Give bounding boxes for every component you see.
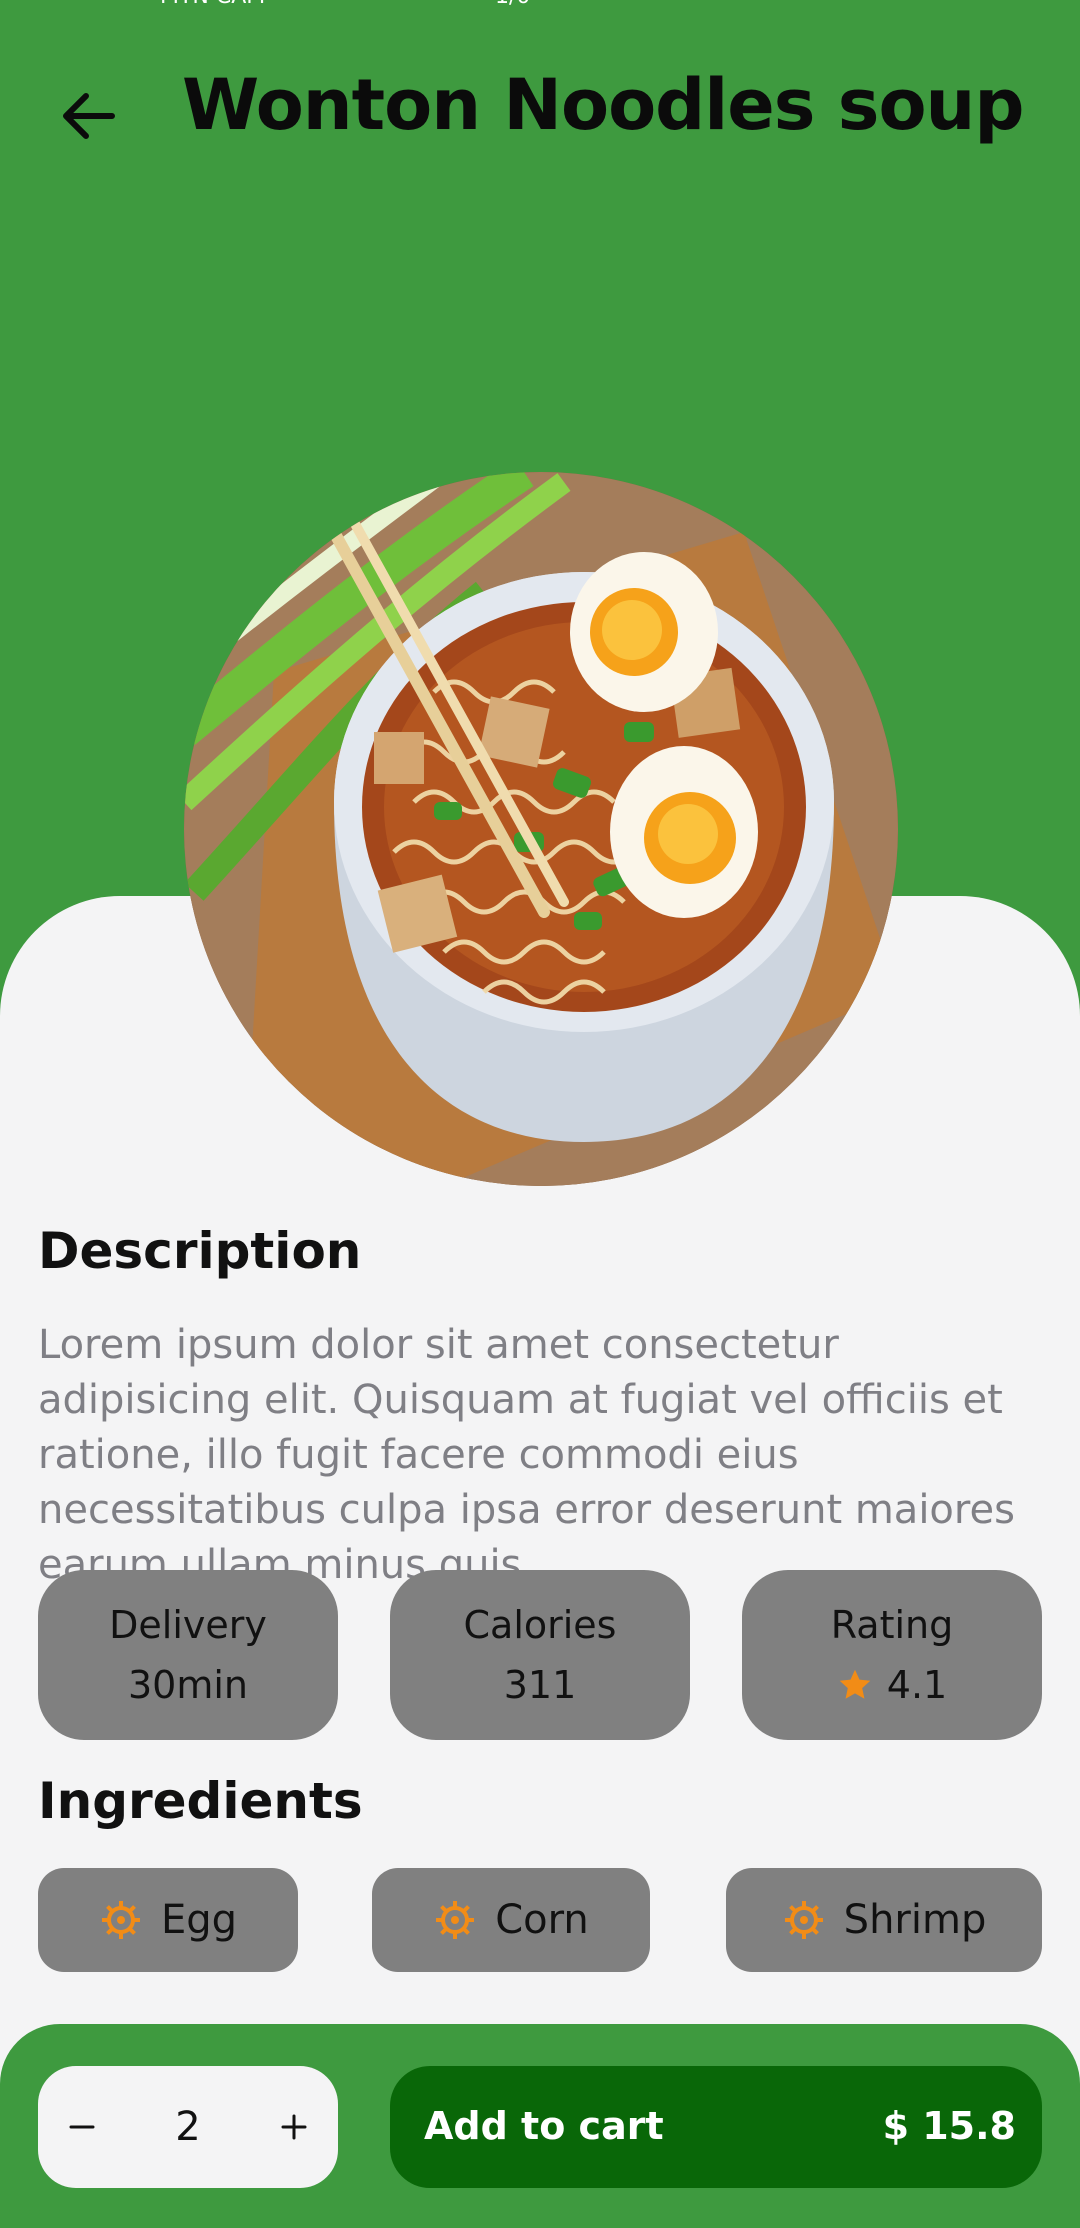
bottom-bar: 2 Add to cart $ 15.8 [0,2024,1080,2228]
ingredients-title: Ingredients [38,1772,363,1830]
gear-icon [99,1898,143,1942]
add-to-cart-button[interactable]: Add to cart $ 15.8 [390,2066,1042,2188]
quantity-stepper: 2 [38,2066,338,2188]
ingredient-chip-corn[interactable]: Corn [372,1868,650,1972]
ingredient-name: Shrimp [843,1897,987,1943]
ingredient-chip-egg[interactable]: Egg [38,1868,298,1972]
status-text: 1/0 [495,0,530,9]
app-screen: MTN CAM 1/0 Wonton Noodles soup [0,0,1080,2228]
carrier-text: MTN CAM [160,0,265,9]
calories-label: Calories [463,1603,617,1647]
status-bar: MTN CAM 1/0 [0,0,1080,14]
rating-value-row: 4.1 [837,1663,947,1707]
back-button[interactable] [48,76,128,156]
ingredient-name: Corn [495,1897,589,1943]
calories-card: Calories 311 [390,1570,690,1740]
description-text: Lorem ipsum dolor sit amet consectetur a… [38,1322,1015,1588]
ingredient-name: Egg [160,1897,238,1943]
decrease-button[interactable] [42,2066,122,2188]
add-to-cart-label: Add to cart [424,2104,664,2148]
delivery-label: Delivery [109,1603,267,1647]
increase-button[interactable] [254,2066,334,2188]
star-icon [837,1667,873,1703]
description-title: Description [38,1222,362,1280]
arrow-left-icon [63,93,115,139]
quantity-value: 2 [175,2104,201,2150]
minus-icon [69,2125,95,2129]
delivery-value: 30min [127,1663,248,1707]
cart-price: $ 15.8 [882,2104,1016,2148]
plus-icon [281,2114,307,2140]
rating-label: Rating [830,1603,954,1647]
rating-card: Rating 4.1 [742,1570,1042,1740]
ingredient-chip-shrimp[interactable]: Shrimp [726,1868,1042,1972]
gear-icon [433,1898,477,1942]
delivery-card: Delivery 30min [38,1570,338,1740]
rating-value: 4.1 [886,1663,948,1707]
gear-icon [782,1898,826,1942]
calories-value: 311 [503,1663,577,1707]
page-title: Wonton Noodles soup [182,64,1024,146]
header: Wonton Noodles soup [0,40,1080,180]
dish-image [184,472,898,1186]
